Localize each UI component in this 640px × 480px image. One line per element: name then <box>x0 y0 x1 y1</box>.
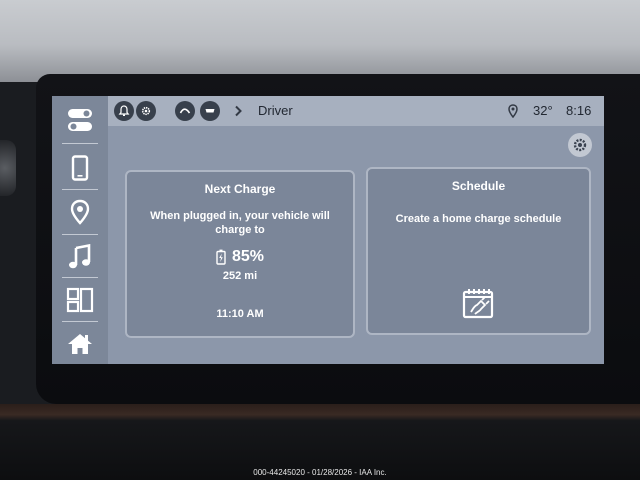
notification-button[interactable] <box>114 101 134 121</box>
bell-icon <box>118 105 130 116</box>
apps-icon <box>66 287 94 313</box>
next-charge-card[interactable]: Next Charge When plugged in, your vehicl… <box>125 170 355 338</box>
sidebar-item-apps[interactable] <box>60 280 100 320</box>
profile-title[interactable]: Driver <box>258 103 293 118</box>
sidebar-divider <box>62 234 98 235</box>
quick-settings-button[interactable] <box>136 101 156 121</box>
location-icon <box>70 199 90 225</box>
charge-schedule-icon <box>462 289 494 319</box>
settings-button[interactable] <box>568 133 592 157</box>
chevron-right-icon <box>235 105 242 117</box>
sidebar <box>52 96 108 364</box>
charge-range: 252 mi <box>222 270 258 282</box>
car-icon <box>205 109 215 113</box>
status-bar: Driver 32° 8:16 <box>108 96 604 126</box>
sidebar-item-phone[interactable] <box>60 148 100 188</box>
sidebar-divider <box>62 321 98 322</box>
clock: 8:16 <box>566 103 592 118</box>
charge-percent: 85% <box>231 248 265 265</box>
sidebar-item-home[interactable] <box>60 324 100 364</box>
infotainment-screen: Driver 32° 8:16 Next Charge When plugged… <box>52 96 604 364</box>
schedule-title: Schedule <box>451 179 506 193</box>
volume-knob[interactable] <box>0 140 16 196</box>
sidebar-divider <box>62 277 98 278</box>
next-charge-title: Next Charge <box>204 182 276 196</box>
sidebar-item-navigation[interactable] <box>60 192 100 232</box>
sidebar-item-controls[interactable] <box>60 100 100 140</box>
charge-complete-time: 11:10 AM <box>216 308 264 320</box>
vehicle-button[interactable] <box>200 101 220 121</box>
sidebar-item-audio[interactable] <box>60 237 100 277</box>
schedule-message: Create a home charge schedule <box>395 213 562 225</box>
outside-temperature: 32° <box>533 103 553 118</box>
battery-charging-icon <box>216 249 226 265</box>
gear-icon <box>573 138 587 152</box>
watermark: 000-44245020 - 01/28/2026 - IAA Inc. <box>253 468 387 477</box>
drive-mode-icon <box>179 108 191 114</box>
dashboard-top <box>0 0 640 82</box>
location-pin-icon <box>508 104 518 118</box>
next-charge-message: charge to <box>215 224 265 236</box>
music-icon <box>69 244 91 269</box>
toggle-icon <box>68 109 92 131</box>
drive-mode-button[interactable] <box>175 101 195 121</box>
next-charge-message: When plugged in, your vehicle will <box>150 210 330 222</box>
charge-level: 85% <box>127 248 353 266</box>
sidebar-divider <box>62 189 98 190</box>
sidebar-divider <box>62 143 98 144</box>
schedule-card[interactable]: Schedule Create a home charge schedule <box>366 167 591 335</box>
home-icon <box>68 334 92 354</box>
gear-icon <box>141 106 151 116</box>
phone-icon <box>71 155 89 181</box>
